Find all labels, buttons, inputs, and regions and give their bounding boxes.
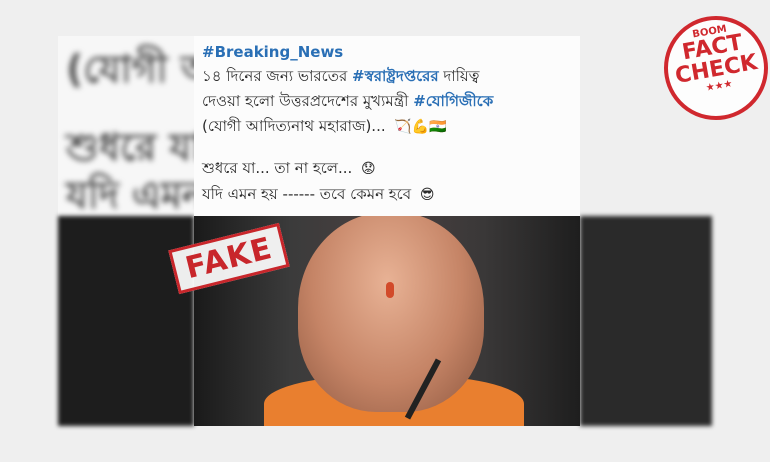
sunglasses-face-emoji-icon: 😎	[419, 187, 435, 203]
post-line-2: দেওয়া হলো উত্তরপ্রদেশের মুখ্যমন্ত্রী #য…	[202, 91, 493, 111]
post-text: দায়িত্ব	[443, 67, 480, 85]
blurred-photo-left	[58, 216, 194, 426]
yogiji-hashtag[interactable]: #যোগিজীকে	[413, 92, 493, 110]
worried-face-emoji-icon: 😟	[361, 161, 376, 177]
post-text: দেওয়া হলো উত্তরপ্রদেশের মুখ্যমন্ত্রী	[202, 92, 409, 110]
blurred-text-line: যদি এমন	[66, 173, 198, 216]
post-line-1: ১৪ দিনের জন্য ভারতের #স্বরাষ্ট্রদপ্তরের …	[202, 66, 479, 86]
post-text: ১৪ দিনের জন্য ভারতের	[202, 67, 348, 85]
blurred-text-line: (যোগী আ	[66, 47, 198, 91]
post-line-4: শুধরে যা... তা না হলে... 😟	[202, 158, 376, 179]
blurred-background-left: (যোগী আ শুধরে যা.. যদি এমন	[58, 36, 198, 216]
fact-check-seal: BOOM FACT CHECK ★★★	[655, 7, 770, 129]
tilak-mark	[386, 282, 394, 298]
portrait-face	[298, 216, 484, 412]
blurred-photo-right	[580, 216, 712, 426]
home-ministry-hashtag[interactable]: #স্বরাষ্ট্রদপ্তরের	[352, 67, 439, 85]
breaking-news-hashtag[interactable]: #Breaking_News	[202, 42, 343, 62]
post-text: যদি এমন হয় ------ তবে কেমন হবে	[202, 185, 412, 203]
post-text: শুধরে যা... তা না হলে...	[202, 159, 353, 177]
bow-muscle-flag-emoji-icon: 🏹💪🇮🇳	[394, 119, 447, 135]
post-text: (যোগী আদিত্যনাথ মহারাজ)...	[202, 117, 386, 135]
post-line-3: (যোগী আদিত্যনাথ মহারাজ)... 🏹💪🇮🇳	[202, 116, 447, 137]
post-line-5: যদি এমন হয় ------ তবে কেমন হবে 😎	[202, 184, 434, 205]
social-post: #Breaking_News ১৪ দিনের জন্য ভারতের #স্ব…	[194, 36, 580, 216]
